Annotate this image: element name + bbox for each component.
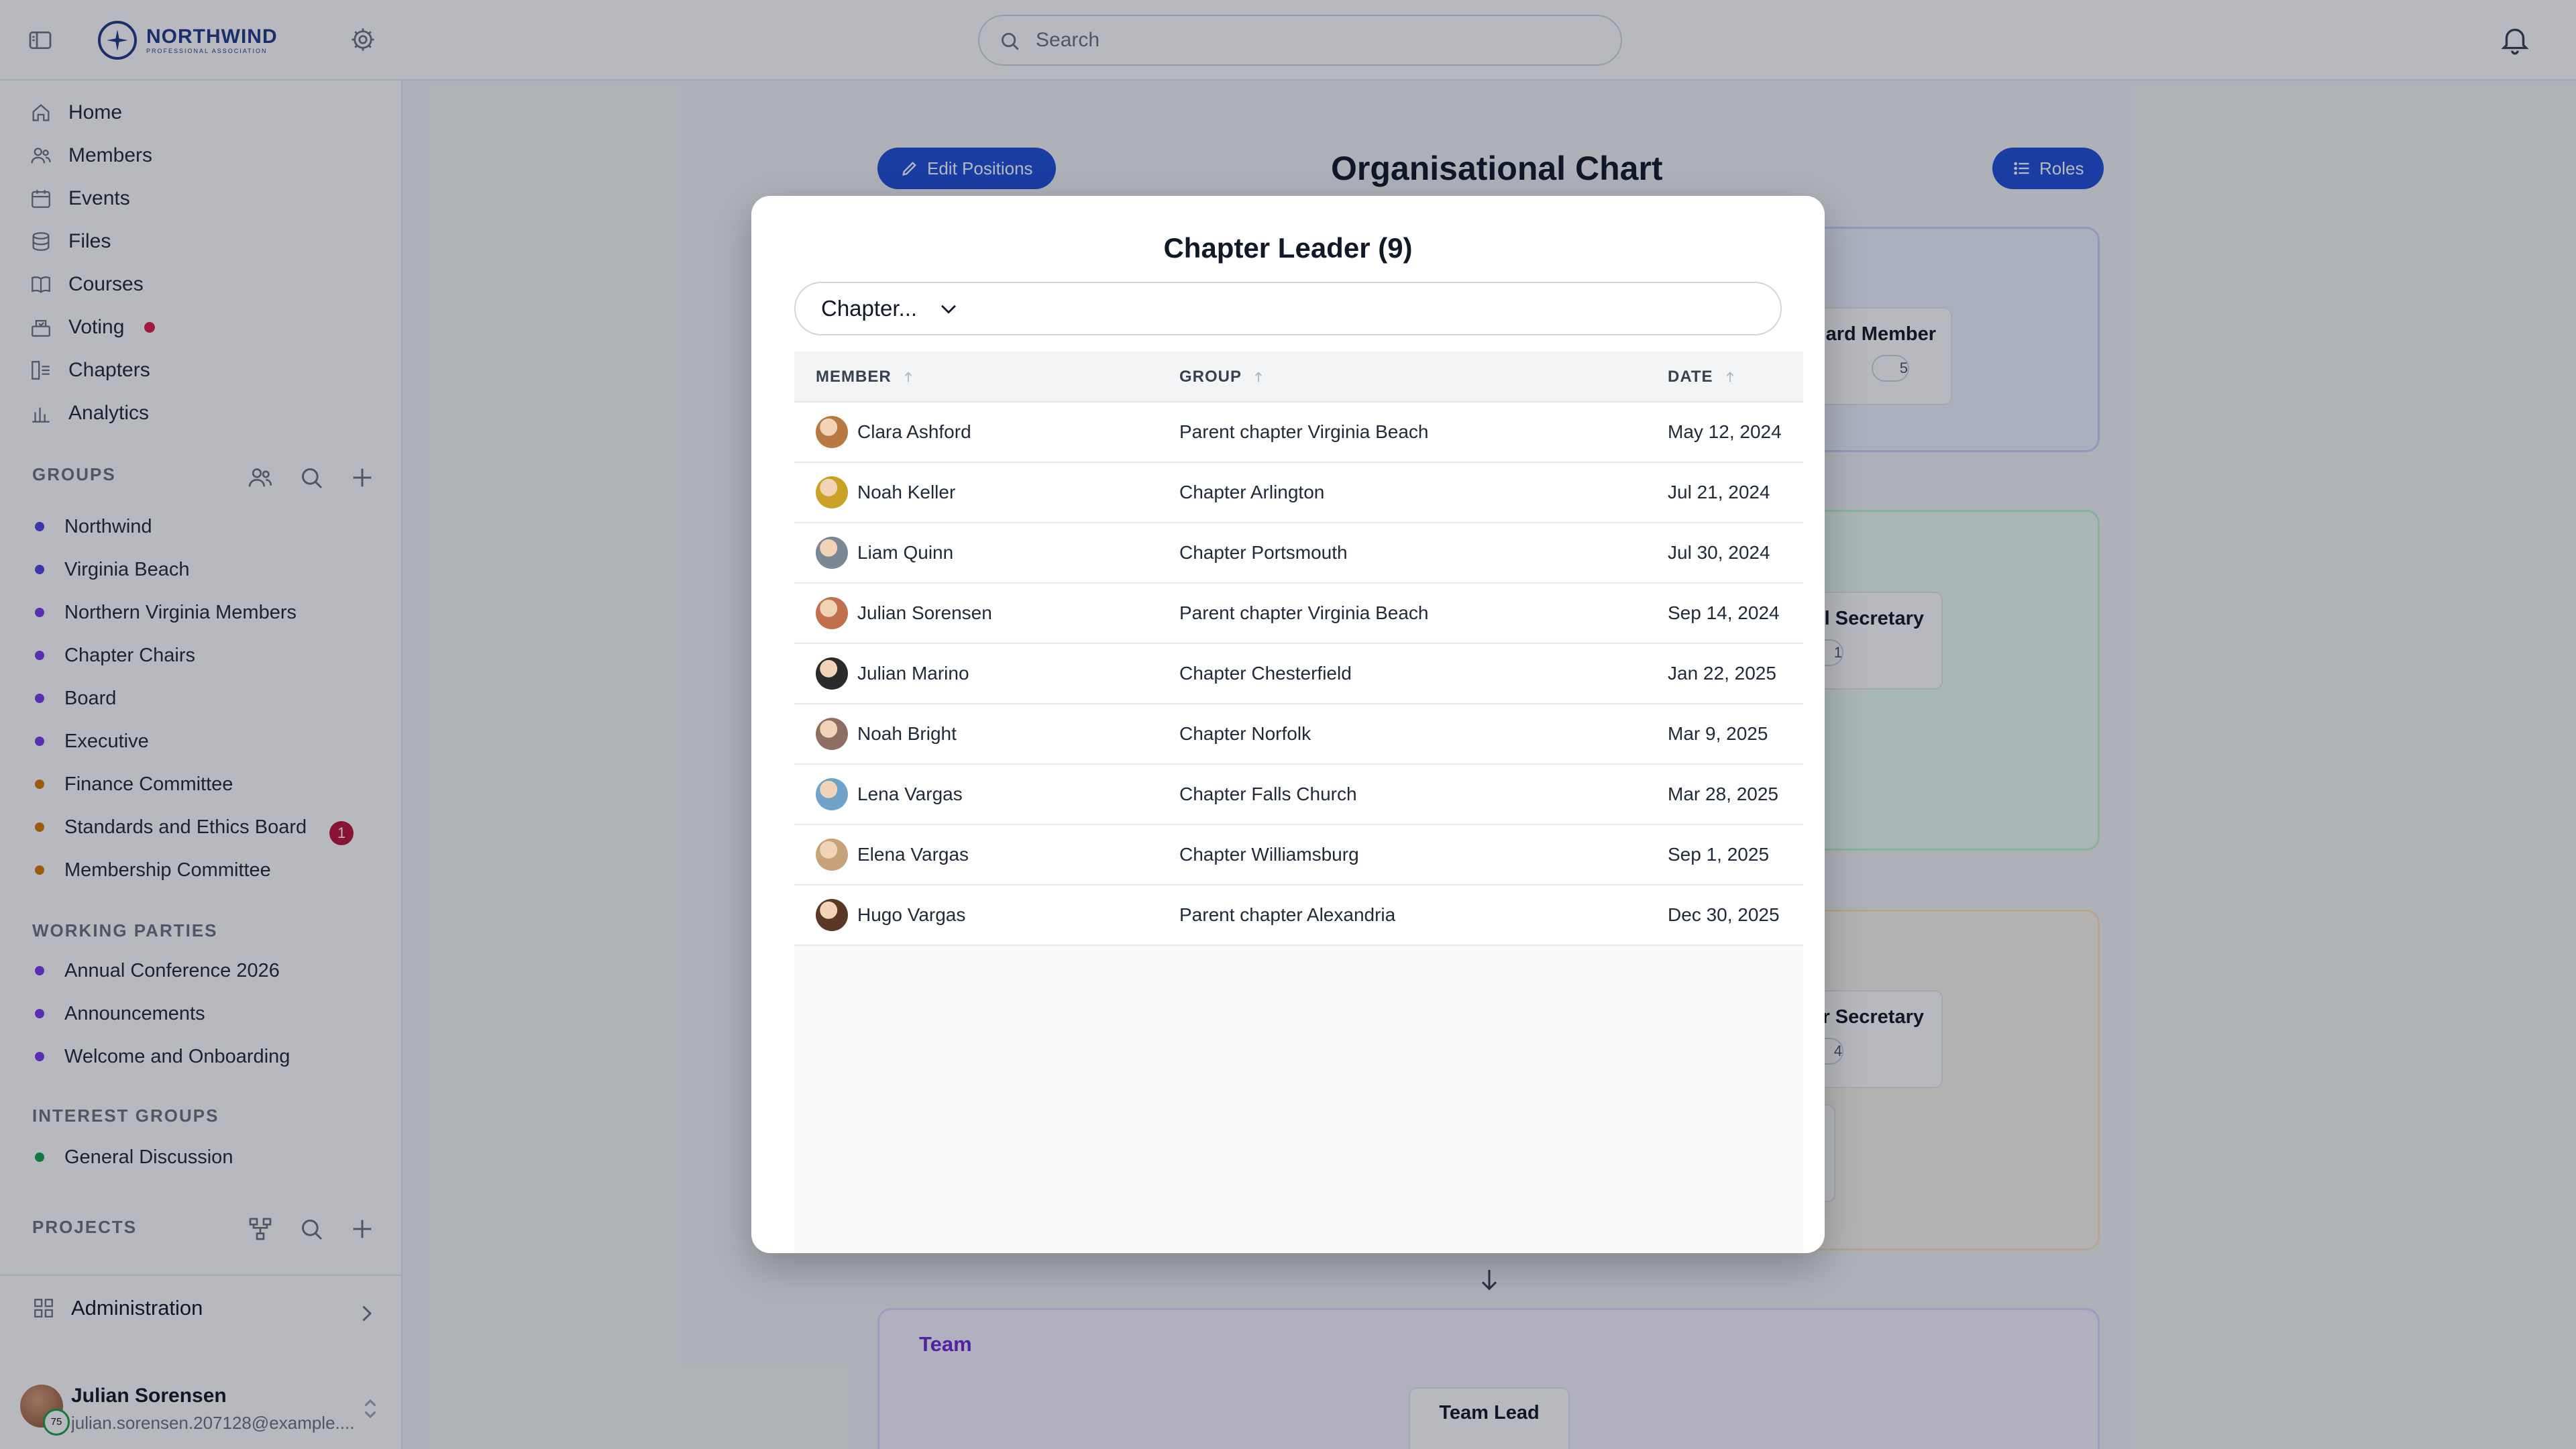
member-cell: Julian Sorensen (816, 584, 992, 643)
column-date-label: DATE (1668, 368, 1713, 386)
avatar (816, 537, 848, 569)
app-window: NORTHWIND PROFESSIONAL ASSOCIATION HomeM… (0, 0, 2576, 1449)
member-name: Hugo Vargas (857, 904, 966, 925)
member-name: Noah Keller (857, 482, 956, 502)
table-row[interactable]: Julian Marino Chapter Chesterfield Jan 22,… (794, 644, 1803, 704)
avatar (816, 657, 848, 690)
member-cell: Julian Marino (816, 644, 969, 703)
avatar (816, 778, 848, 810)
date-cell: Mar 9, 2025 (1668, 723, 1768, 744)
group-cell: Chapter Norfolk (1179, 723, 1311, 744)
sort-arrow-icon (901, 370, 916, 384)
group-cell: Chapter Chesterfield (1179, 663, 1352, 684)
avatar (816, 597, 848, 629)
group-cell: Parent chapter Alexandria (1179, 904, 1396, 925)
chapter-filter-select[interactable]: Chapter... (794, 282, 1782, 335)
member-cell: Lena Vargas (816, 765, 963, 824)
member-cell: Elena Vargas (816, 825, 969, 884)
avatar (816, 476, 848, 508)
table-row[interactable]: Noah Bright Chapter Norfolk Mar 9, 2025 (794, 704, 1803, 765)
table-row[interactable]: Liam Quinn Chapter Portsmouth Jul 30, 2024 (794, 523, 1803, 584)
sort-arrow-icon (1251, 370, 1266, 384)
table-row[interactable]: Elena Vargas Chapter Williamsburg Sep 1, 2… (794, 825, 1803, 885)
table-row[interactable]: Noah Keller Chapter Arlington Jul 21, 2024 (794, 463, 1803, 523)
member-cell: Liam Quinn (816, 523, 953, 582)
chapter-filter-value: Chapter... (821, 296, 918, 321)
table-header: MEMBER GROUP DATE (794, 352, 1803, 402)
group-cell: Chapter Falls Church (1179, 784, 1357, 804)
chevron-down-icon (937, 297, 960, 320)
date-cell: Dec 30, 2025 (1668, 904, 1780, 925)
group-cell: Parent chapter Virginia Beach (1179, 421, 1429, 442)
dialog-title: Chapter Leader (9) (1163, 232, 1413, 264)
date-cell: Mar 28, 2025 (1668, 784, 1778, 804)
member-name: Julian Marino (857, 663, 969, 684)
group-cell: Parent chapter Virginia Beach (1179, 602, 1429, 623)
group-cell: Chapter Portsmouth (1179, 542, 1348, 563)
date-cell: Jul 21, 2024 (1668, 482, 1770, 502)
date-cell: May 12, 2024 (1668, 421, 1782, 442)
group-cell: Chapter Williamsburg (1179, 844, 1359, 865)
table-row[interactable]: Hugo Vargas Parent chapter Alexandria Dec … (794, 885, 1803, 946)
member-name: Clara Ashford (857, 421, 971, 442)
member-name: Julian Sorensen (857, 602, 992, 623)
table-row[interactable]: Clara Ashford Parent chapter Virginia Bea… (794, 402, 1803, 463)
member-name: Elena Vargas (857, 844, 969, 865)
avatar (816, 718, 848, 750)
column-group-label: GROUP (1179, 368, 1242, 386)
member-name: Lena Vargas (857, 784, 963, 804)
member-cell: Clara Ashford (816, 402, 971, 462)
avatar (816, 416, 848, 448)
member-name: Liam Quinn (857, 542, 954, 563)
member-cell: Hugo Vargas (816, 885, 965, 945)
sort-arrow-icon (1723, 370, 1737, 384)
avatar (816, 899, 848, 931)
column-group[interactable]: GROUP (1179, 352, 1266, 402)
table-row[interactable]: Julian Sorensen Parent chapter Virginia B… (794, 584, 1803, 644)
member-cell: Noah Bright (816, 704, 957, 763)
date-cell: Sep 14, 2024 (1668, 602, 1780, 623)
group-cell: Chapter Arlington (1179, 482, 1325, 502)
column-member-label: MEMBER (816, 368, 892, 386)
column-date[interactable]: DATE (1668, 352, 1737, 402)
chapter-leader-dialog: Chapter Leader (9) Chapter... MEMBER GRO… (751, 196, 1825, 1253)
member-cell: Noah Keller (816, 463, 955, 522)
members-table: MEMBER GROUP DATE Clara Ashford Parent ch… (794, 352, 1803, 1253)
date-cell: Jul 30, 2024 (1668, 542, 1770, 563)
avatar (816, 839, 848, 871)
date-cell: Sep 1, 2025 (1668, 844, 1770, 865)
table-row[interactable]: Lena Vargas Chapter Falls Church Mar 28, 2… (794, 765, 1803, 825)
date-cell: Jan 22, 2025 (1668, 663, 1776, 684)
column-member[interactable]: MEMBER (816, 352, 916, 402)
member-name: Noah Bright (857, 723, 957, 744)
